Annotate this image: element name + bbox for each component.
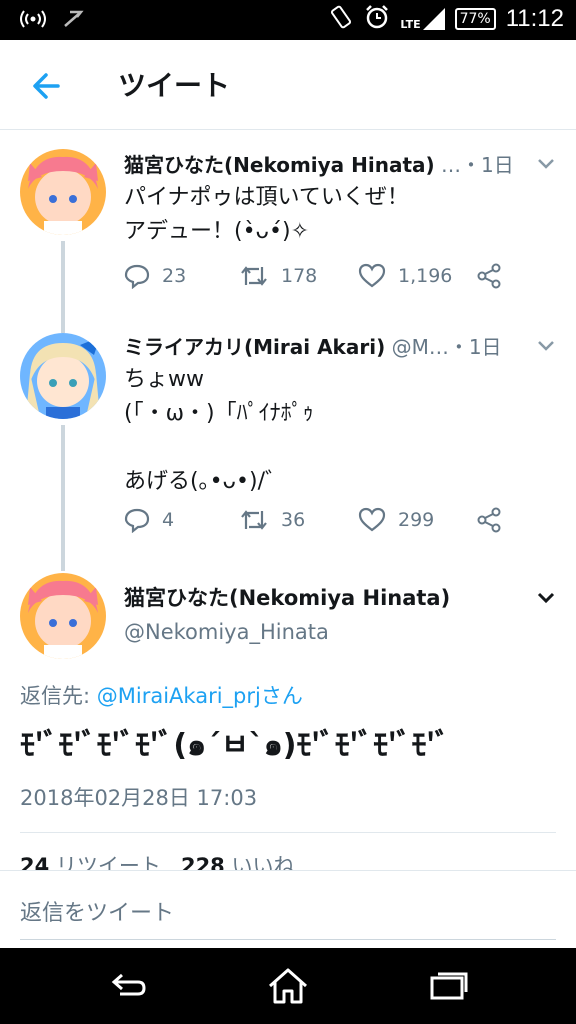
tweet[interactable]: ミライアカリ(Mirai Akari) @M…・1日 ちょww (「・ω・)「ﾊ… <box>0 321 576 571</box>
reply-to-label: 返信先: <box>20 684 97 708</box>
reply-input[interactable]: 返信をツイート <box>20 895 174 927</box>
chevron-down-icon[interactable] <box>536 339 556 353</box>
navigation-bar <box>0 948 576 1024</box>
nav-back-button[interactable] <box>106 966 150 1006</box>
share-button[interactable] <box>476 507 502 533</box>
author-name[interactable]: 猫宮ひなた(Nekomiya Hinata) <box>124 582 450 612</box>
nav-home-icon <box>269 968 307 1004</box>
reply-button[interactable]: 23 <box>124 263 186 289</box>
tweet-actions: 4 36 299 <box>124 507 504 537</box>
status-bar: LTE 77% 11:12 <box>0 0 576 40</box>
nav-home-button[interactable] <box>266 966 310 1006</box>
tweet-actions: 23 178 1,196 <box>124 263 504 293</box>
reply-count: 4 <box>162 509 175 531</box>
clock: 11:12 <box>505 5 564 32</box>
share-button[interactable] <box>476 263 502 289</box>
share-icon <box>477 507 501 533</box>
thread-line <box>61 321 65 333</box>
tweet-header: 猫宮ひなた(Nekomiya Hinata) …・1日 <box>124 149 556 179</box>
avatar[interactable] <box>20 333 106 419</box>
tweet-meta: …・1日 <box>434 153 514 177</box>
like-icon <box>358 263 386 288</box>
tweet-header: ミライアカリ(Mirai Akari) @M…・1日 <box>124 331 556 361</box>
retweet-count: 178 <box>281 265 318 287</box>
like-icon <box>358 507 386 532</box>
author-handle[interactable]: @Nekomiya_Hinata <box>124 620 329 644</box>
retweet-button[interactable]: 36 <box>239 507 305 533</box>
hotspot-icon <box>18 8 48 34</box>
reply-icon <box>124 508 150 533</box>
tweet[interactable]: 猫宮ひなた(Nekomiya Hinata) …・1日 パイナポゥは頂いていくぜ… <box>0 131 576 321</box>
nav-back-icon <box>111 973 146 996</box>
vibrate-icon <box>328 4 354 34</box>
chevron-down-icon[interactable] <box>536 591 556 605</box>
tweet-timestamp: 2018年02月28日 17:03 <box>20 786 258 810</box>
tweet-text: ちょww (「・ω・)「ﾊﾟｲﾅﾎﾟｩ あげる(｡•ᴗ•)/゛ <box>124 367 314 494</box>
retweet-icon <box>241 266 267 286</box>
notification-icon <box>62 8 84 34</box>
like-button[interactable]: 1,196 <box>358 263 452 289</box>
reply-composer: 返信をツイート <box>0 870 576 948</box>
reply-button[interactable]: 4 <box>124 507 174 533</box>
tweet-meta: @M…・1日 <box>385 335 502 359</box>
reply-to: 返信先: @MiraiAkari_prjさん <box>20 680 303 710</box>
reply-icon <box>124 264 150 289</box>
avatar[interactable] <box>20 573 106 659</box>
avatar[interactable] <box>20 149 106 235</box>
reply-to-link[interactable]: @MiraiAkari_prjさん <box>97 684 303 708</box>
nav-recents-icon <box>430 972 468 1000</box>
tweet-text: ﾓ'ﾞﾓ'ﾞﾓ'ﾞﾓ'ﾞ(๑´ㅂ`๑)ﾓ'ﾞﾓ'ﾞﾓ'ﾞﾓ'ﾞ <box>20 728 450 763</box>
thread-line <box>61 241 65 321</box>
alarm-icon <box>364 4 390 34</box>
battery-indicator: 77% <box>454 8 496 30</box>
back-button[interactable] <box>28 66 68 106</box>
divider <box>20 832 556 833</box>
chevron-down-icon[interactable] <box>536 157 556 171</box>
thread-line <box>61 425 65 571</box>
retweet-button[interactable]: 178 <box>239 263 317 289</box>
network-type: LTE <box>400 18 421 31</box>
like-button[interactable]: 299 <box>358 507 434 533</box>
share-icon <box>477 263 501 289</box>
nav-recents-button[interactable] <box>426 966 470 1006</box>
author-name[interactable]: 猫宮ひなた(Nekomiya Hinata) <box>124 153 435 177</box>
reply-count: 23 <box>162 265 187 287</box>
back-arrow-icon <box>33 73 60 99</box>
app-header: ツイート <box>0 40 576 130</box>
page-title: ツイート <box>118 69 231 102</box>
input-underline <box>20 939 556 940</box>
tweet-text: パイナポゥは頂いていくぜ！ アデュー！(•̀ᴗ•́)✧ <box>124 185 409 244</box>
retweet-count: 36 <box>281 509 306 531</box>
retweet-icon <box>241 510 267 530</box>
author-name[interactable]: ミライアカリ(Mirai Akari) <box>124 335 385 359</box>
like-count: 1,196 <box>398 265 453 287</box>
like-count: 299 <box>398 509 435 531</box>
signal-icon: LTE <box>400 8 445 31</box>
